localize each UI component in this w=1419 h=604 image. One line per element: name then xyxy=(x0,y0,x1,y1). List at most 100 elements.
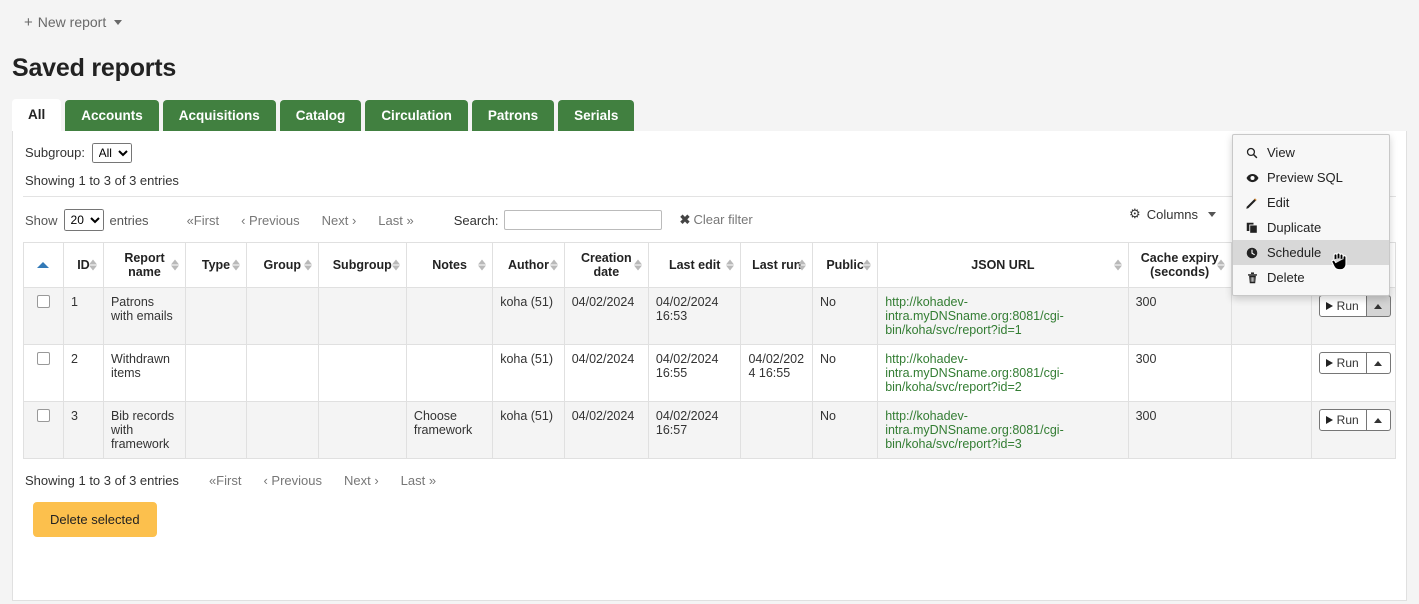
tab-accounts[interactable]: Accounts xyxy=(65,100,159,131)
column-header-last-run[interactable]: Last run xyxy=(741,243,813,288)
run-dropdown-toggle[interactable] xyxy=(1367,295,1391,317)
new-report-button[interactable]: + New report xyxy=(20,12,126,32)
saved-reports-table: ID Report name Type Group xyxy=(23,242,1396,459)
column-label: Creation date xyxy=(571,251,642,279)
columns-button[interactable]: ⚙ Columns xyxy=(1129,206,1216,222)
report-actions-menu: View Preview SQL Edit Duplicate Schedule xyxy=(1232,134,1390,296)
cell-last-run xyxy=(741,288,813,345)
sort-icon xyxy=(1217,259,1226,272)
search-input[interactable] xyxy=(504,210,662,230)
clear-filter-button[interactable]: ✖Clear filter xyxy=(680,212,753,228)
column-header-id[interactable]: ID xyxy=(63,243,103,288)
json-url-link[interactable]: http://kohadev-intra.myDNSname.org:8081/… xyxy=(885,409,1064,451)
tab-acquisitions[interactable]: Acquisitions xyxy=(163,100,276,131)
run-button[interactable]: Run xyxy=(1319,352,1367,374)
column-label: Cache expiry (seconds) xyxy=(1135,251,1225,279)
page-last-button[interactable]: Last » xyxy=(401,473,436,488)
page-last-button[interactable]: Last » xyxy=(378,213,413,228)
column-header-cache-expiry[interactable]: Cache expiry (seconds) xyxy=(1128,243,1231,288)
column-header-report-name[interactable]: Report name xyxy=(103,243,185,288)
cell-last-edit: 04/02/2024 16:53 xyxy=(648,288,741,345)
cell-last-edit: 04/02/2024 16:57 xyxy=(648,402,741,459)
page-next-button[interactable]: Next › xyxy=(322,213,357,228)
column-header-select[interactable] xyxy=(24,243,64,288)
cell-id: 2 xyxy=(63,345,103,402)
column-header-public[interactable]: Public xyxy=(812,243,877,288)
menu-item-label: Schedule xyxy=(1267,245,1321,260)
cell-spacer xyxy=(1231,345,1311,402)
sort-icon xyxy=(1114,259,1123,272)
sort-icon xyxy=(232,259,241,272)
cell-author: koha (51) xyxy=(493,345,565,402)
page-last-label: Last xyxy=(378,213,403,228)
clock-icon xyxy=(1245,247,1259,259)
column-header-last-edit[interactable]: Last edit xyxy=(648,243,741,288)
pagination-bottom: «First ‹ Previous Next › Last » xyxy=(209,473,436,488)
menu-item-schedule[interactable]: Schedule xyxy=(1233,240,1389,265)
column-header-type[interactable]: Type xyxy=(186,243,247,288)
column-header-creation-date[interactable]: Creation date xyxy=(564,243,648,288)
cell-creation-date: 04/02/2024 xyxy=(564,288,648,345)
run-button[interactable]: Run xyxy=(1319,409,1367,431)
cell-public: No xyxy=(812,288,877,345)
tab-circulation[interactable]: Circulation xyxy=(365,100,468,131)
table-row: 3 Bib records with framework Choose fram… xyxy=(24,402,1396,459)
column-header-author[interactable]: Author xyxy=(493,243,565,288)
row-checkbox[interactable] xyxy=(37,295,50,308)
tab-label: Serials xyxy=(574,108,618,123)
run-button[interactable]: Run xyxy=(1319,295,1367,317)
row-checkbox[interactable] xyxy=(37,352,50,365)
sort-icon xyxy=(171,259,180,272)
cell-group xyxy=(247,402,319,459)
run-dropdown-toggle[interactable] xyxy=(1367,352,1391,374)
page-first-button[interactable]: «First xyxy=(209,473,242,488)
menu-item-edit[interactable]: Edit xyxy=(1233,190,1389,215)
run-dropdown-toggle[interactable] xyxy=(1367,409,1391,431)
tab-all[interactable]: All xyxy=(12,99,61,131)
cell-subgroup xyxy=(318,288,406,345)
cell-type xyxy=(186,345,247,402)
delete-selected-button[interactable]: Delete selected xyxy=(33,502,157,537)
page-first-label: First xyxy=(216,473,241,488)
json-url-link[interactable]: http://kohadev-intra.myDNSname.org:8081/… xyxy=(885,352,1064,394)
tab-catalog[interactable]: Catalog xyxy=(280,100,362,131)
tab-serials[interactable]: Serials xyxy=(558,100,634,131)
json-url-link[interactable]: http://kohadev-intra.myDNSname.org:8081/… xyxy=(885,295,1064,337)
page-length-control: Show 20 entries xyxy=(25,209,149,231)
chevron-down-icon xyxy=(1208,212,1216,217)
datatable-controls: Show 20 entries «First ‹ Previous Next ›… xyxy=(23,196,1396,234)
cell-actions: Run xyxy=(1311,345,1395,402)
column-header-group[interactable]: Group xyxy=(247,243,319,288)
tab-patrons[interactable]: Patrons xyxy=(472,100,554,131)
columns-label: Columns xyxy=(1147,207,1198,222)
menu-item-delete[interactable]: Delete xyxy=(1233,265,1389,290)
column-label: JSON URL xyxy=(971,258,1034,272)
page-previous-button[interactable]: ‹ Previous xyxy=(241,213,300,228)
play-icon xyxy=(1326,302,1333,310)
page-previous-button[interactable]: ‹ Previous xyxy=(263,473,322,488)
pagination-top: «First ‹ Previous Next › Last » xyxy=(187,213,414,228)
cell-subgroup xyxy=(318,402,406,459)
menu-item-label: Edit xyxy=(1267,195,1289,210)
column-header-notes[interactable]: Notes xyxy=(406,243,492,288)
menu-item-preview-sql[interactable]: Preview SQL xyxy=(1233,165,1389,190)
table-header-row: ID Report name Type Group xyxy=(24,243,1396,288)
menu-item-duplicate[interactable]: Duplicate xyxy=(1233,215,1389,240)
saved-reports-page: + New report Saved reports All Accounts … xyxy=(0,0,1419,604)
page-first-button[interactable]: «First xyxy=(187,213,220,228)
page-next-button[interactable]: Next › xyxy=(344,473,379,488)
menu-item-view[interactable]: View xyxy=(1233,140,1389,165)
tab-label: Acquisitions xyxy=(179,108,260,123)
subgroup-select[interactable]: All xyxy=(92,143,132,163)
page-length-select[interactable]: 20 xyxy=(64,209,104,231)
column-header-subgroup[interactable]: Subgroup xyxy=(318,243,406,288)
play-icon xyxy=(1326,359,1333,367)
cell-id: 1 xyxy=(63,288,103,345)
row-checkbox[interactable] xyxy=(37,409,50,422)
cell-group xyxy=(247,345,319,402)
column-header-json-url[interactable]: JSON URL xyxy=(878,243,1128,288)
cell-report-name: Patrons with emails xyxy=(103,288,185,345)
chevron-up-icon xyxy=(1374,418,1382,423)
sort-icon xyxy=(863,259,872,272)
tab-label: Circulation xyxy=(381,108,452,123)
